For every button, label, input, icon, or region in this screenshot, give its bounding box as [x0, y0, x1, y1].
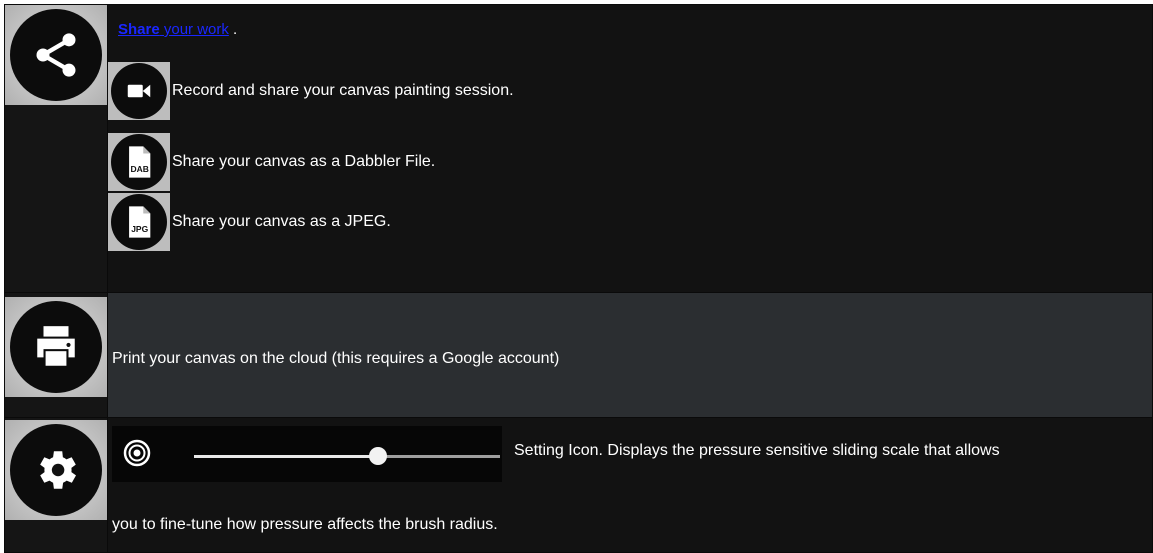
print-text: Print your canvas on the cloud (this req… [112, 350, 560, 367]
pressure-slider-panel [112, 426, 502, 482]
print-icon [5, 297, 107, 397]
share-row: Share your work . Record and share your … [4, 4, 1153, 293]
svg-text:DAB: DAB [130, 164, 148, 174]
settings-icon-cell [4, 417, 108, 553]
jpg-share-text: Share your canvas as a JPEG. [172, 213, 391, 230]
pressure-slider-fill [194, 455, 378, 458]
record-share-text: Record and share your canvas painting se… [172, 82, 514, 99]
print-icon-cell [4, 292, 108, 418]
dab-share-item: DAB Share your canvas as a Dabbler File. [108, 133, 435, 191]
print-row: Print your canvas on the cloud (this req… [4, 292, 1153, 418]
pressure-target-icon[interactable] [122, 438, 152, 468]
dab-file-icon: DAB [108, 133, 170, 191]
share-icon-cell [4, 4, 108, 293]
settings-content-cell: Setting Icon. Displays the pressure sens… [107, 417, 1153, 553]
jpg-share-item: JPG Share your canvas as a JPEG. [108, 193, 391, 251]
settings-row: Setting Icon. Displays the pressure sens… [4, 417, 1153, 553]
help-table: Share your work . Record and share your … [4, 4, 1153, 553]
svg-text:JPG: JPG [131, 224, 148, 234]
share-link[interactable]: Share your work [118, 21, 229, 38]
share-content-cell: Share your work . Record and share your … [107, 4, 1153, 293]
share-icon [5, 5, 107, 105]
dab-share-text: Share your canvas as a Dabbler File. [172, 153, 436, 170]
settings-description-continued: you to fine-tune how pressure affects th… [112, 516, 498, 533]
settings-description: Setting Icon. Displays the pressure sens… [514, 442, 1000, 459]
pressure-slider-track[interactable] [194, 455, 500, 458]
pressure-slider-knob[interactable] [368, 447, 387, 465]
print-content-cell: Print your canvas on the cloud (this req… [107, 292, 1153, 418]
jpg-file-icon: JPG [108, 193, 170, 251]
share-title: Share your work . [118, 21, 238, 38]
gear-icon [5, 420, 107, 520]
videocam-icon [108, 62, 170, 120]
record-share-item: Record and share your canvas painting se… [108, 62, 514, 120]
